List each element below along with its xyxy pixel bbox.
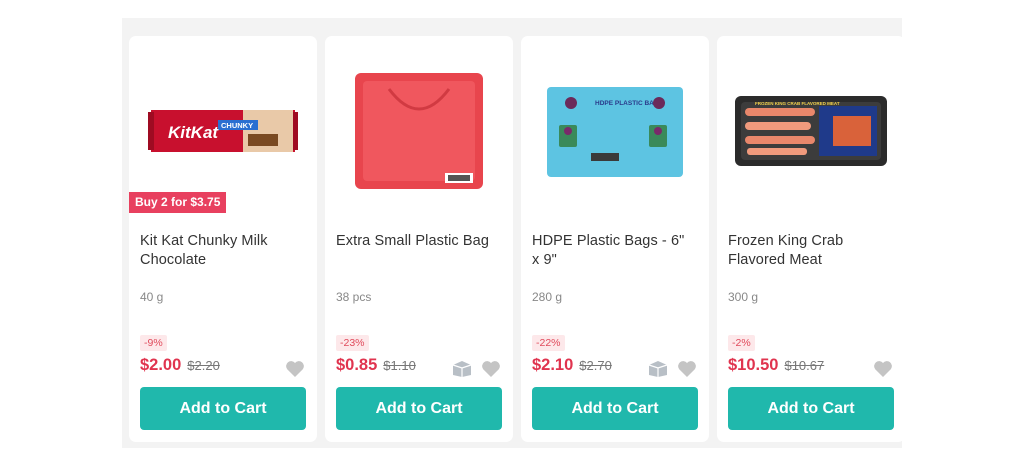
product-title[interactable]: Extra Small Plastic Bag [336, 232, 496, 251]
add-to-cart-button[interactable]: Add to Cart [728, 387, 894, 430]
add-to-cart-button[interactable]: Add to Cart [140, 387, 306, 430]
product-card[interactable]: KitKat CHUNKY Buy 2 for $3.75 Kit Kat Ch… [129, 36, 317, 442]
discount-badge: -23% [336, 335, 369, 351]
price-row: $10.50 $10.67 [728, 356, 824, 375]
add-to-cart-button[interactable]: Add to Cart [336, 387, 502, 430]
price-row: $0.85 $1.10 [336, 356, 416, 375]
svg-text:HDPE PLASTIC BAG: HDPE PLASTIC BAG [595, 100, 659, 107]
price-row: $2.10 $2.70 [532, 356, 612, 375]
current-price: $0.85 [336, 356, 378, 374]
card-actions [451, 360, 501, 378]
card-actions [285, 360, 305, 378]
discount-badge: -22% [532, 335, 565, 351]
heart-icon[interactable] [481, 360, 501, 378]
product-title[interactable]: Frozen King Crab Flavored Meat [728, 232, 888, 270]
hdpe-bag-pack-image: HDPE PLASTIC BAG [547, 87, 683, 177]
promo-badge: Buy 2 for $3.75 [129, 192, 227, 213]
price-row: $2.00 $2.20 [140, 356, 220, 375]
heart-icon[interactable] [285, 360, 305, 378]
heart-icon[interactable] [873, 360, 893, 378]
product-title[interactable]: Kit Kat Chunky Milk Chocolate [140, 232, 300, 270]
svg-text:KitKat: KitKat [168, 123, 219, 142]
discount-badge: -2% [728, 335, 755, 351]
product-size: 40 g [140, 290, 164, 304]
product-image[interactable]: KitKat CHUNKY [129, 46, 317, 216]
discount-badge: -9% [140, 335, 167, 351]
original-price: $1.10 [383, 358, 416, 373]
original-price: $2.70 [579, 358, 612, 373]
current-price: $10.50 [728, 356, 779, 374]
current-price: $2.00 [140, 356, 182, 374]
box-icon[interactable] [451, 360, 473, 378]
product-image[interactable]: FROZEN KING CRAB FLAVORED MEAT [717, 46, 905, 216]
card-actions [647, 360, 697, 378]
product-card[interactable]: FROZEN KING CRAB FLAVORED MEAT Frozen Ki… [717, 36, 905, 442]
current-price: $2.10 [532, 356, 574, 374]
red-plastic-bag-image [355, 72, 483, 189]
original-price: $2.20 [187, 358, 220, 373]
svg-text:FROZEN KING CRAB FLAVORED MEAT: FROZEN KING CRAB FLAVORED MEAT [755, 101, 840, 106]
product-card[interactable]: HDPE PLASTIC BAG HDPE Plastic Bags - 6" … [521, 36, 709, 442]
product-card[interactable]: Extra Small Plastic Bag 38 pcs -23% $0.8… [325, 36, 513, 442]
original-price: $10.67 [784, 358, 825, 373]
product-size: 280 g [532, 290, 563, 304]
svg-text:CHUNKY: CHUNKY [221, 121, 253, 130]
product-image[interactable]: HDPE PLASTIC BAG [521, 46, 709, 216]
heart-icon[interactable] [677, 360, 697, 378]
add-to-cart-button[interactable]: Add to Cart [532, 387, 698, 430]
card-actions [873, 360, 893, 378]
product-size: 38 pcs [336, 290, 372, 304]
kitkat-bar-image: KitKat CHUNKY [148, 110, 298, 152]
product-title[interactable]: HDPE Plastic Bags - 6" x 9" [532, 232, 692, 270]
product-image[interactable] [325, 46, 513, 216]
box-icon[interactable] [647, 360, 669, 378]
crab-meat-tray-image: FROZEN KING CRAB FLAVORED MEAT [735, 96, 887, 166]
product-size: 300 g [728, 290, 759, 304]
